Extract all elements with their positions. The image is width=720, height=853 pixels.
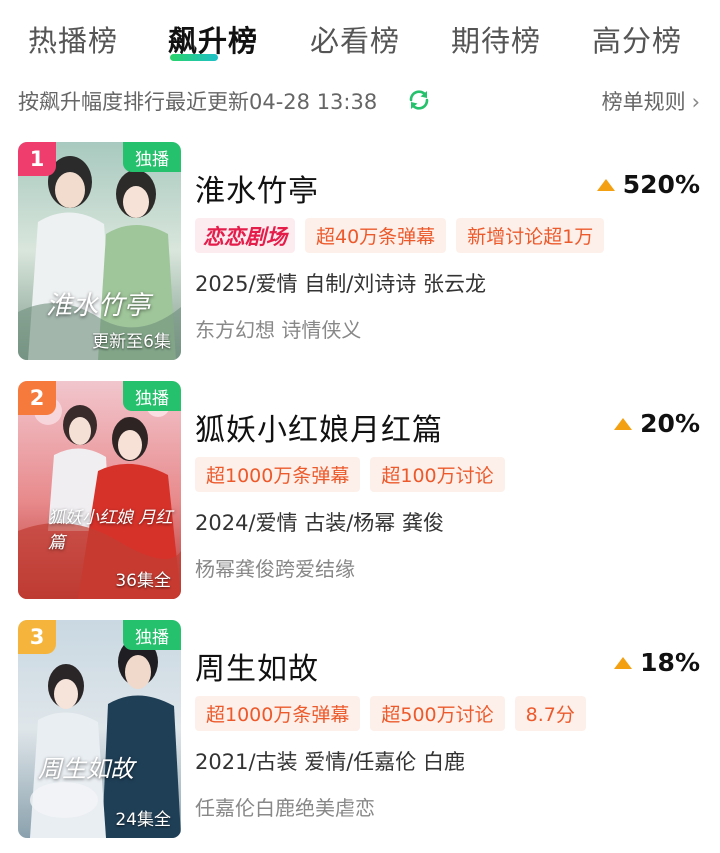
trend-up-icon [614, 656, 633, 669]
trend-indicator: 520% [596, 170, 700, 199]
list-item-rank-1[interactable]: 淮水竹亭 1 独播 更新至6集 淮水竹亭 520% 恋恋剧场 超40万条弹幕 新… [0, 142, 720, 364]
tag: 超100万讨论 [370, 457, 505, 492]
refresh-icon[interactable] [407, 88, 431, 112]
rank-badge: 1 [18, 142, 56, 176]
update-info: 按飙升幅度排行最近更新04-28 13:38 [18, 90, 378, 114]
show-meta: 2025/爱情 自制/刘诗诗 张云龙 [195, 272, 486, 296]
show-meta: 2024/爱情 古装/杨幂 龚俊 [195, 511, 444, 535]
exclusive-badge: 独播 [123, 620, 181, 650]
trend-value: 20% [640, 409, 700, 438]
show-title[interactable]: 周生如故 [195, 644, 319, 688]
tag: 超1000万条弹幕 [195, 457, 361, 492]
show-description: 杨幂龚俊跨爱结缘 [195, 557, 355, 581]
trend-indicator: 18% [614, 648, 700, 677]
exclusive-badge: 独播 [123, 142, 181, 172]
tab-must-watch[interactable]: 必看榜 [310, 18, 400, 60]
tag: 超1000万条弹幕 [195, 696, 361, 731]
tag-list: 恋恋剧场 超40万条弹幕 新增讨论超1万 [195, 218, 605, 253]
poster-title: 周生如故 [38, 755, 134, 783]
tab-anticipated[interactable]: 期待榜 [451, 18, 541, 60]
show-title[interactable]: 淮水竹亭 [195, 166, 319, 210]
episode-count: 更新至6集 [92, 332, 171, 352]
tag: 超500万讨论 [370, 696, 505, 731]
rank-badge: 3 [18, 620, 56, 654]
tab-hot[interactable]: 热播榜 [28, 18, 118, 60]
list-item-rank-3[interactable]: 周生如故 3 独播 24集全 周生如故 18% 超1000万条弹幕 超500万讨… [0, 620, 720, 842]
show-description: 东方幻想 诗情侠义 [195, 318, 362, 342]
poster-title: 淮水竹亭 [46, 291, 151, 321]
show-title[interactable]: 狐妖小红娘月红篇 [195, 405, 443, 449]
trend-up-icon [596, 178, 615, 191]
tag-list: 超1000万条弹幕 超500万讨论 8.7分 [195, 696, 586, 731]
rating-tag: 8.7分 [514, 696, 586, 731]
brand-logo-tag[interactable]: 恋恋剧场 [195, 218, 295, 253]
poster[interactable]: 淮水竹亭 1 独播 更新至6集 [18, 142, 181, 360]
tag-list: 超1000万条弹幕 超100万讨论 [195, 457, 505, 492]
episode-count: 36集全 [115, 571, 171, 591]
poster-title: 狐妖小红娘 月红篇 [48, 508, 173, 553]
trend-value: 520% [622, 170, 700, 199]
ranking-rules-link[interactable]: 榜单规则 › [602, 86, 700, 116]
exclusive-badge: 独播 [123, 381, 181, 411]
show-description: 任嘉伦白鹿绝美虐恋 [195, 796, 375, 820]
rank-badge: 2 [18, 381, 56, 415]
active-tab-indicator [170, 54, 218, 61]
list-item-rank-2[interactable]: 狐妖小红娘 月红篇 2 独播 36集全 狐妖小红娘月红篇 20% 超1000万条… [0, 381, 720, 603]
trend-indicator: 20% [614, 409, 700, 438]
poster[interactable]: 周生如故 3 独播 24集全 [18, 620, 181, 838]
trend-up-icon [614, 417, 633, 430]
chevron-right-icon: › [691, 90, 700, 114]
show-meta: 2021/古装 爱情/任嘉伦 白鹿 [195, 750, 465, 774]
episode-count: 24集全 [115, 810, 171, 830]
brand-logo-text: 恋恋剧场 [203, 223, 287, 249]
tab-bar: 热播榜 飙升榜 必看榜 期待榜 高分榜 [0, 0, 720, 80]
tag: 超40万条弹幕 [305, 218, 447, 253]
ranking-rules-label: 榜单规则 [601, 90, 686, 114]
tag: 新增讨论超1万 [456, 218, 605, 253]
ranking-subheader: 按飙升幅度排行最近更新04-28 13:38 榜单规则 › [0, 80, 720, 120]
tab-top-rated[interactable]: 高分榜 [592, 18, 682, 60]
poster[interactable]: 狐妖小红娘 月红篇 2 独播 36集全 [18, 381, 181, 599]
trend-value: 18% [640, 648, 700, 677]
